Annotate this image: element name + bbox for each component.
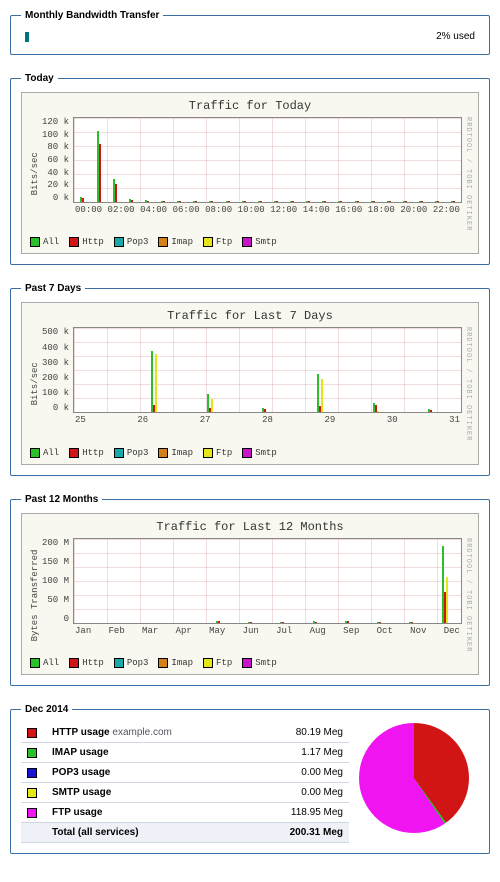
bandwidth-legend: Monthly Bandwidth Transfer <box>21 10 163 21</box>
swatch-icon <box>69 448 79 458</box>
watermark: RRDTOOL / TOBI OETIKER <box>462 117 472 231</box>
table-row: IMAP usage1.17 Meg <box>21 743 349 763</box>
swatch-icon <box>242 658 252 668</box>
legend-item-smtp: Smtp <box>242 237 277 247</box>
table-row: SMTP usage0.00 Meg <box>21 783 349 803</box>
y-axis-label: Bits/sec <box>28 327 42 441</box>
swatch-icon <box>203 237 213 247</box>
past7-legend: Past 7 Days <box>21 283 85 294</box>
watermark: RRDTOOL / TOBI OETIKER <box>462 327 472 441</box>
today-chart: Traffic for Today Bits/sec 120 k100 k80 … <box>21 92 479 254</box>
swatch-icon <box>158 448 168 458</box>
past12-legend: Past 12 Months <box>21 494 102 505</box>
table-row: POP3 usage0.00 Meg <box>21 763 349 783</box>
swatch-icon <box>242 448 252 458</box>
x-ticks: 00:0002:0004:0006:0008:0010:0012:0014:00… <box>73 203 462 215</box>
legend-item-pop3: Pop3 <box>114 237 149 247</box>
y-axis-label: Bits/sec <box>28 117 42 231</box>
swatch-icon <box>27 788 37 798</box>
plot-area <box>73 117 462 203</box>
chart-title: Traffic for Last 12 Months <box>28 518 472 538</box>
swatch-icon <box>203 658 213 668</box>
y-ticks: 500 k400 k300 k200 k100 k0 k <box>42 327 73 413</box>
table-row: FTP usage118.95 Meg <box>21 803 349 823</box>
today-panel: Today Traffic for Today Bits/sec 120 k10… <box>10 73 490 265</box>
legend-item-imap: Imap <box>158 658 193 668</box>
x-ticks: JanFebMarAprMayJunJulAugSepOctNovDec <box>73 624 462 636</box>
bandwidth-percent-text: 2% used <box>436 31 475 42</box>
legend-item-imap: Imap <box>158 237 193 247</box>
swatch-icon <box>69 658 79 668</box>
past7-panel: Past 7 Days Traffic for Last 7 Days Bits… <box>10 283 490 475</box>
legend-item-imap: Imap <box>158 448 193 458</box>
dec-panel: Dec 2014 HTTP usage example.com80.19 Meg… <box>10 704 490 854</box>
swatch-icon <box>69 237 79 247</box>
legend-item-all: All <box>30 237 59 247</box>
legend-item-smtp: Smtp <box>242 448 277 458</box>
today-legend: Today <box>21 73 58 84</box>
legend-item-smtp: Smtp <box>242 658 277 668</box>
legend-item-all: All <box>30 658 59 668</box>
swatch-icon <box>30 658 40 668</box>
swatch-icon <box>114 237 124 247</box>
swatch-icon <box>158 237 168 247</box>
past12-panel: Past 12 Months Traffic for Last 12 Month… <box>10 494 490 686</box>
swatch-icon <box>27 728 37 738</box>
chart-legend: All Http Pop3 Imap Ftp Smtp <box>28 652 472 670</box>
legend-item-http: Http <box>69 237 104 247</box>
bandwidth-fill <box>25 32 29 42</box>
y-axis-label: Bytes Transferred <box>28 538 42 652</box>
table-row-total: Total (all services)200.31 Meg <box>21 823 349 843</box>
watermark: RRDTOOL / TOBI OETIKER <box>462 538 472 652</box>
past7-chart: Traffic for Last 7 Days Bits/sec 500 k40… <box>21 302 479 464</box>
chart-legend: All Http Pop3 Imap Ftp Smtp <box>28 231 472 249</box>
swatch-icon <box>30 448 40 458</box>
legend-item-ftp: Ftp <box>203 237 232 247</box>
swatch-icon <box>27 808 37 818</box>
swatch-icon <box>242 237 252 247</box>
legend-item-all: All <box>30 448 59 458</box>
bandwidth-bar <box>25 32 245 42</box>
dec-legend: Dec 2014 <box>21 704 72 715</box>
legend-item-http: Http <box>69 658 104 668</box>
legend-item-ftp: Ftp <box>203 448 232 458</box>
swatch-icon <box>27 768 37 778</box>
swatch-icon <box>114 658 124 668</box>
plot-area <box>73 538 462 624</box>
legend-item-http: Http <box>69 448 104 458</box>
past12-chart: Traffic for Last 12 Months Bytes Transfe… <box>21 513 479 675</box>
legend-item-ftp: Ftp <box>203 658 232 668</box>
swatch-icon <box>27 748 37 758</box>
pie-chart <box>359 723 469 833</box>
usage-table: HTTP usage example.com80.19 MegIMAP usag… <box>21 723 349 843</box>
chart-title: Traffic for Last 7 Days <box>28 307 472 327</box>
chart-legend: All Http Pop3 Imap Ftp Smtp <box>28 442 472 460</box>
swatch-icon <box>30 237 40 247</box>
chart-title: Traffic for Today <box>28 97 472 117</box>
y-ticks: 200 M150 M100 M50 M0 <box>42 538 73 624</box>
x-ticks: 25262728293031 <box>73 413 462 425</box>
legend-item-pop3: Pop3 <box>114 448 149 458</box>
plot-area <box>73 327 462 413</box>
legend-item-pop3: Pop3 <box>114 658 149 668</box>
bandwidth-panel: Monthly Bandwidth Transfer 2% used <box>10 10 490 55</box>
y-ticks: 120 k100 k80 k60 k40 k20 k0 k <box>42 117 73 203</box>
table-row: HTTP usage example.com80.19 Meg <box>21 723 349 743</box>
swatch-icon <box>158 658 168 668</box>
swatch-icon <box>203 448 213 458</box>
swatch-icon <box>114 448 124 458</box>
